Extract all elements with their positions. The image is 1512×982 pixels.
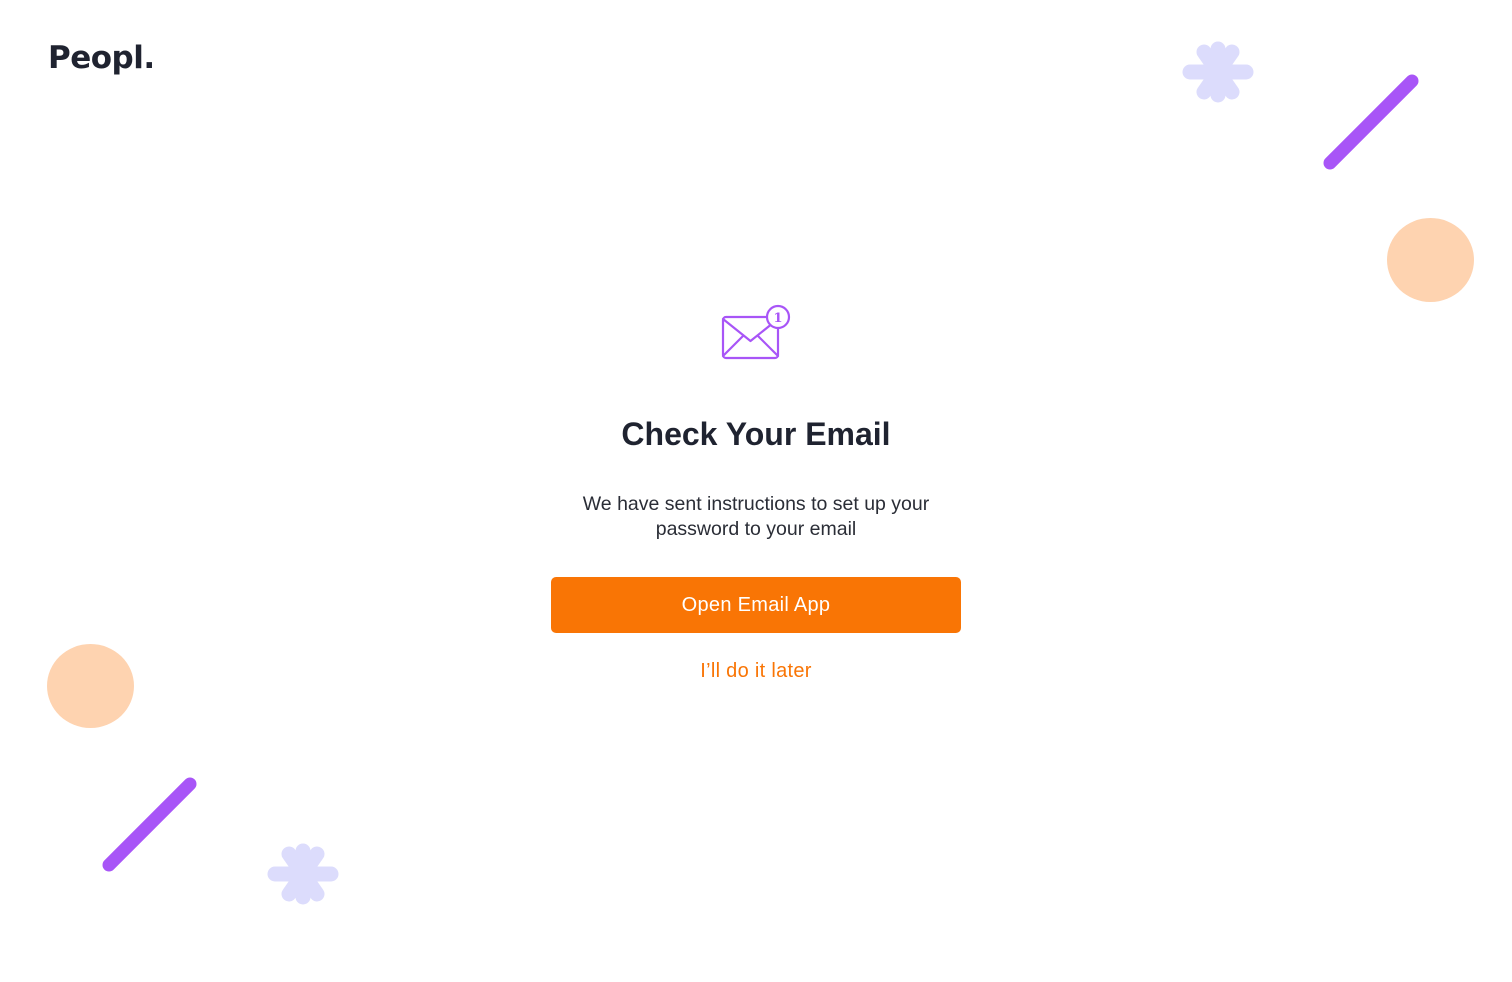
instructions-line-2: password to your email [655, 518, 857, 540]
do-it-later-link[interactable]: I’ll do it later [606, 660, 906, 683]
mail-notification-icon: 1 [721, 304, 791, 360]
instructions-text: We have sent instructions to set up your… [546, 492, 966, 542]
page-title: Check Your Email [621, 416, 891, 452]
open-email-app-button[interactable]: Open Email App [551, 577, 961, 633]
notification-count: 1 [773, 311, 782, 326]
instructions-line-1: We have sent instructions to set up your [582, 493, 930, 515]
check-email-panel: 1 Check Your Email We have sent instruct… [0, 0, 1512, 982]
